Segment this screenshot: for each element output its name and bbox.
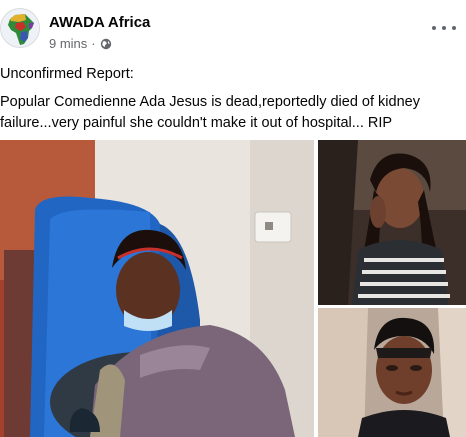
post-header: AWADA Africa 9 mins · bbox=[0, 6, 466, 60]
post-text-body: Popular Comedienne Ada Jesus is dead,rep… bbox=[0, 94, 420, 131]
post-time[interactable]: 9 mins bbox=[49, 36, 87, 51]
more-options-icon[interactable] bbox=[432, 20, 456, 36]
page-avatar[interactable] bbox=[0, 8, 40, 48]
hospital-photo[interactable] bbox=[0, 140, 314, 437]
page-name[interactable]: AWADA Africa bbox=[49, 14, 150, 31]
photo-grid bbox=[0, 140, 466, 437]
selfie-photo[interactable] bbox=[318, 308, 466, 437]
meta-separator: · bbox=[91, 36, 96, 51]
post-meta: 9 mins · bbox=[49, 36, 112, 51]
post-card: AWADA Africa 9 mins · Unconfirmed Report… bbox=[0, 0, 466, 437]
post-text-heading: Unconfirmed Report: bbox=[0, 66, 134, 82]
africa-map-icon bbox=[1, 9, 39, 47]
portrait-photo[interactable] bbox=[318, 140, 466, 305]
globe-icon[interactable] bbox=[100, 38, 112, 50]
